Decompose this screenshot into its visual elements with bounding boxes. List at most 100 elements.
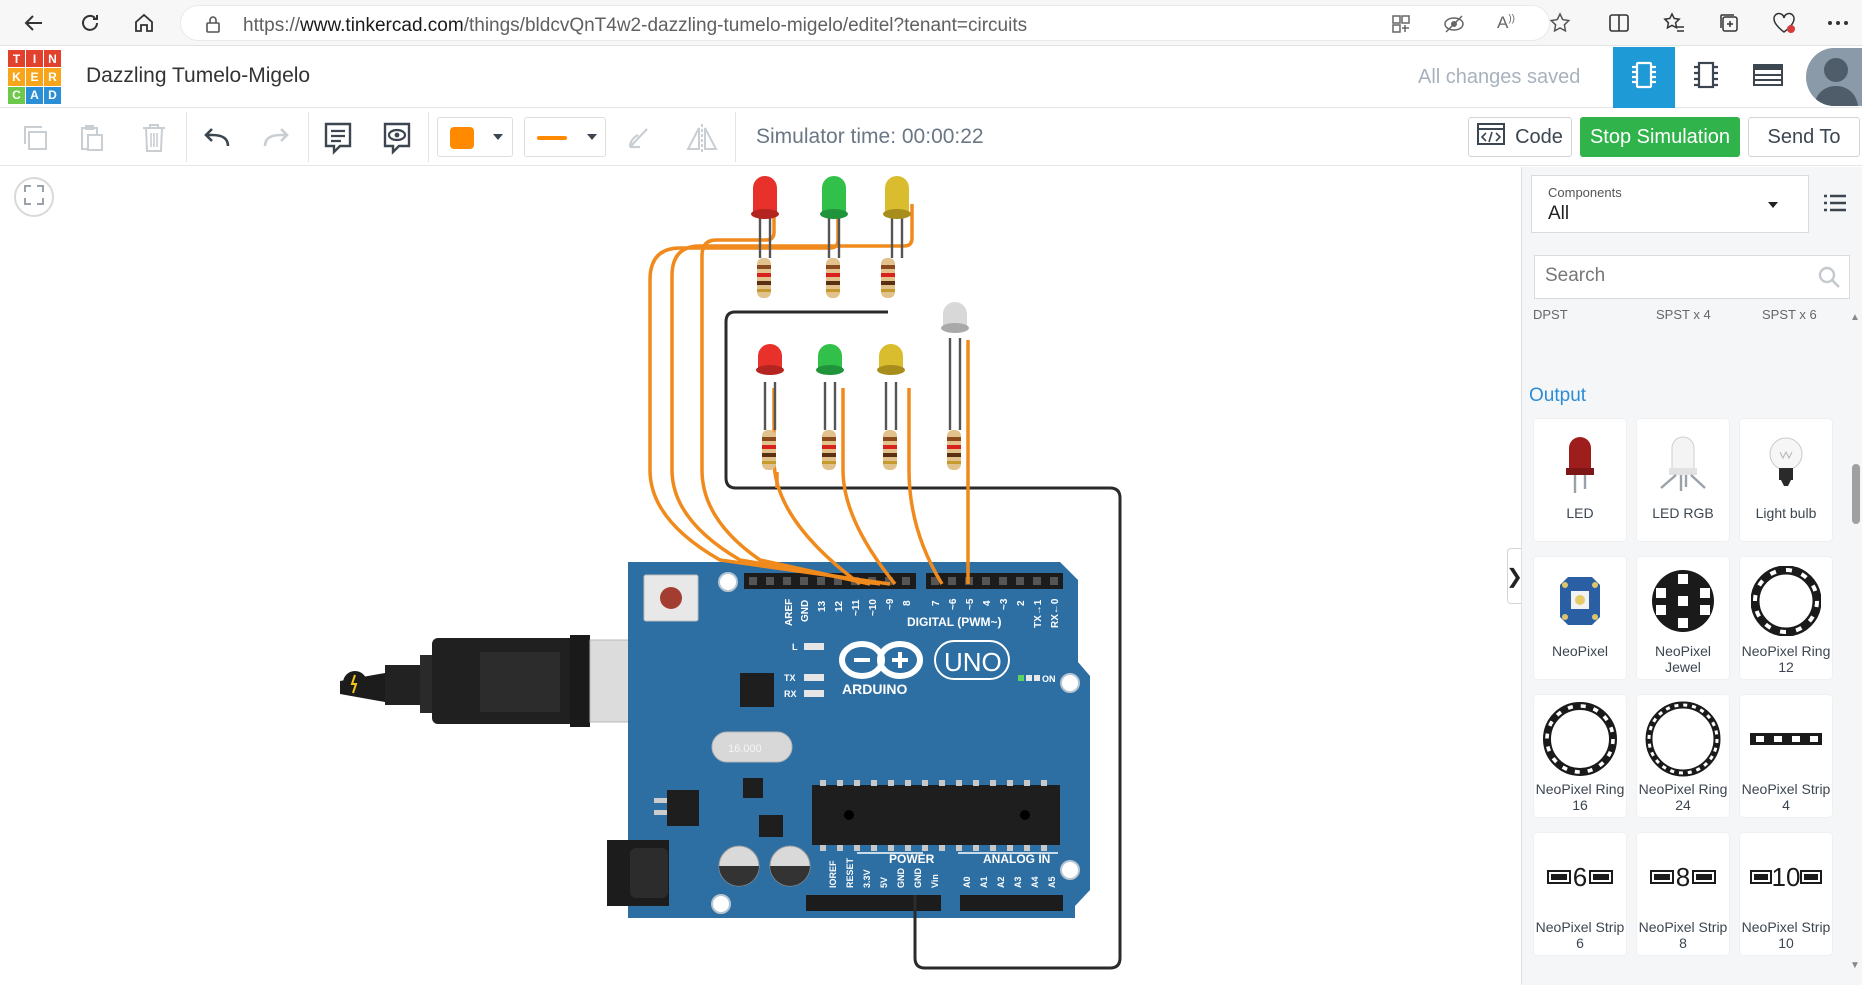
pin-label: ~11 [851,599,862,616]
circuit-drawing[interactable]: AREF GND 13 12 ~11 ~10 ~9 8 7 ~6 ~5 4 ~3… [0,0,1519,985]
neopixel-strip-6-icon: 6 [1534,841,1626,913]
neopixel-strip-10-icon: 10 [1740,841,1832,913]
search-input[interactable] [1535,256,1795,296]
pin-label: 5V [879,877,889,888]
circuit-view-button[interactable] [1613,47,1675,108]
pin-label: ~9 [885,598,896,610]
list-icon [1823,193,1847,218]
pin-label: 8 [902,600,913,606]
component-card-neopixel-strip-8[interactable]: 8 NeoPixel Strip 8 [1637,833,1729,955]
component-card-led[interactable]: LED [1534,419,1626,541]
led-icon [1534,427,1626,499]
pin-label: AREF [784,599,795,626]
favorites-icon[interactable] [1660,9,1688,37]
component-card-neopixel-ring-12[interactable]: NeoPixel Ring 12 [1740,557,1832,679]
pin-label: Vin [930,874,940,888]
pin-label: ~6 [948,598,959,610]
component-card-led-rgb[interactable]: LED RGB [1637,419,1729,541]
component-card-neopixel-strip-10[interactable]: 10 NeoPixel Strip 10 [1740,833,1832,955]
card-label: NeoPixel Ring 16 [1535,781,1625,813]
strip-count: 8 [1675,861,1691,892]
crystal-label: 16.000 [728,743,762,755]
pin-label: 12 [834,600,845,612]
schematic-icon [1692,59,1720,96]
pin-label: 2 [1016,600,1027,606]
pin-label: 7 [931,600,942,606]
light-bulb-icon [1740,427,1832,499]
partial-card-label: SPST x 4 [1656,307,1711,322]
pin-label: 4 [982,600,993,606]
component-card-neopixel-ring-16[interactable]: NeoPixel Ring 16 [1534,695,1626,817]
card-label: LED RGB [1652,505,1714,521]
component-card-neopixel-strip-6[interactable]: 6 NeoPixel Strip 6 [1534,833,1626,955]
pin-label: A2 [996,876,1006,888]
pin-label: GND [896,868,906,889]
pin-label: ~3 [999,598,1010,610]
components-dropdown-value: All [1548,203,1570,224]
pin-label: ~10 [868,599,879,616]
pin-label: A4 [1030,876,1040,888]
card-label: Light bulb [1755,505,1817,521]
strip-count: 10 [1771,861,1801,892]
yellow-led[interactable] [877,344,905,375]
pin-label: A3 [1013,876,1023,888]
neopixel-ring-16-icon [1534,702,1626,776]
stop-simulation-button[interactable]: Stop Simulation [1580,117,1740,157]
pin-label: IOREF [828,860,838,888]
scroll-up-arrow-icon[interactable]: ▲ [1850,312,1860,323]
component-card-light-bulb[interactable]: Light bulb [1740,419,1832,541]
more-options-icon[interactable] [1824,9,1852,37]
yellow-led[interactable] [883,176,911,219]
scrollbar-thumb[interactable] [1852,464,1860,524]
pin-label: 13 [817,600,828,612]
signal-wires[interactable] [648,204,970,586]
partial-card-label: SPST x 6 [1762,307,1817,322]
search-box[interactable] [1534,255,1850,299]
l-led-label: L [792,642,798,652]
code-button-label: Code [1515,125,1563,148]
card-label: NeoPixel Jewel [1654,643,1712,675]
browser-essentials-icon[interactable] [1770,9,1798,37]
resistor[interactable] [757,258,961,470]
green-led[interactable] [816,344,844,375]
component-card-neopixel[interactable]: NeoPixel [1534,557,1626,679]
send-to-button[interactable]: Send To [1748,117,1860,157]
strip-count: 6 [1572,861,1588,892]
components-dropdown[interactable]: Components All [1531,175,1809,233]
card-label: NeoPixel Strip 8 [1638,919,1728,951]
panel-collapse-toggle[interactable]: ❯ [1506,548,1523,604]
component-list-view-button[interactable] [1737,47,1799,108]
green-led[interactable] [820,176,848,219]
panel-scrollbar[interactable] [1850,310,1862,985]
collections-icon[interactable] [1715,9,1743,37]
neopixel-jewel-icon [1637,565,1729,637]
pin-label: RESET [845,857,855,888]
component-card-neopixel-jewel[interactable]: NeoPixel Jewel [1637,557,1729,679]
output-category-heading: Output [1529,385,1587,406]
uno-wordmark: UNO [944,647,1002,677]
neopixel-strip-4-icon [1740,703,1832,775]
red-led[interactable] [756,344,784,375]
component-card-neopixel-strip-4[interactable]: NeoPixel Strip 4 [1740,695,1832,817]
pin-label: GND [913,868,923,889]
red-led[interactable] [751,176,779,219]
user-avatar[interactable] [1806,48,1862,106]
pin-label: A5 [1047,876,1057,888]
led-rgb-icon [1637,427,1729,499]
card-label: NeoPixel Strip 4 [1741,781,1831,813]
schematic-view-button[interactable] [1675,47,1737,108]
favorite-star-icon[interactable] [1549,12,1571,39]
list-view-button[interactable] [1818,190,1852,220]
analog-header-label: ANALOG IN [983,852,1050,866]
card-label: NeoPixel Ring 24 [1638,781,1728,813]
component-card-neopixel-ring-24[interactable]: NeoPixel Ring 24 [1637,695,1729,817]
neopixel-strip-8-icon: 8 [1637,841,1729,913]
search-icon[interactable] [1817,265,1841,294]
scroll-down-arrow-icon[interactable]: ▼ [1850,960,1860,971]
split-screen-icon[interactable] [1605,9,1633,37]
arduino-uno-board[interactable]: AREF GND 13 12 ~11 ~10 ~9 8 7 ~6 ~5 4 ~3… [607,562,1090,918]
card-label: NeoPixel Strip 10 [1741,919,1831,951]
white-led[interactable] [941,302,969,333]
partial-card-label: DPST [1533,307,1568,322]
neopixel-ring-24-icon [1637,701,1729,777]
